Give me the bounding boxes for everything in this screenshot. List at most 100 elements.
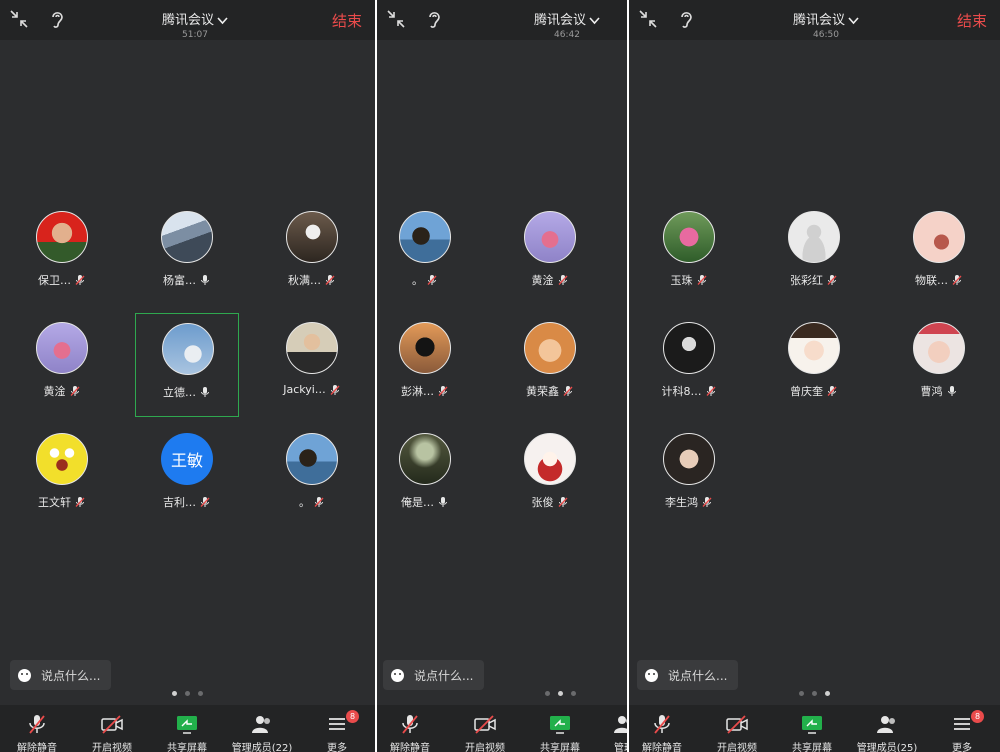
- toolbar-button-share-screen[interactable]: 共享屏幕: [523, 711, 597, 752]
- participant-name-row: 王文轩: [10, 494, 114, 510]
- participant-tile[interactable]: 黄荣鑫: [498, 313, 602, 417]
- chat-input[interactable]: 说点什么...: [10, 660, 111, 690]
- participant-tile[interactable]: 玉珠: [637, 202, 741, 306]
- meeting-timer: 51:07: [182, 30, 208, 40]
- page-dot: [185, 691, 190, 696]
- participant-name: 曾庆奎: [790, 385, 823, 398]
- toolbar-button-video-off[interactable]: 开启视频: [75, 711, 149, 752]
- toolbar-button-members[interactable]: 管理: [587, 711, 627, 752]
- top-bar: 腾讯会议 46:42: [377, 0, 627, 40]
- toolbar-button-members[interactable]: 管理成员(25): [850, 711, 924, 752]
- participant-tile[interactable]: 秋满…: [260, 202, 364, 306]
- participant-name: 张俊: [531, 496, 554, 509]
- participant-tile[interactable]: 物联…: [887, 202, 991, 306]
- participant-name: 玉珠: [670, 274, 693, 287]
- meeting-title: 腾讯会议: [792, 13, 845, 28]
- participant-tile[interactable]: 李生鸿: [637, 424, 741, 528]
- chat-input[interactable]: 说点什么...: [383, 660, 484, 690]
- ear-icon[interactable]: [675, 8, 697, 30]
- toolbar-button-mic-muted[interactable]: 解除静音: [629, 711, 699, 752]
- ear-icon[interactable]: [46, 8, 68, 30]
- minimize-icon[interactable]: [637, 8, 659, 30]
- participant-name-row: 玉珠: [637, 272, 741, 288]
- participant-name: 张彩红: [790, 274, 823, 287]
- participant-tile[interactable]: 计科8…: [637, 313, 741, 417]
- participant-tile[interactable]: 张俊: [498, 424, 602, 528]
- participant-name-row: 。: [260, 494, 364, 510]
- mic-on-icon: [947, 386, 956, 396]
- participant-name-row: 计科8…: [637, 383, 741, 399]
- toolbar-button-members[interactable]: 管理成员(22): [225, 711, 299, 752]
- participant-tile[interactable]: 王文轩: [10, 424, 114, 528]
- participant-tile[interactable]: 。: [260, 424, 364, 528]
- end-meeting-button[interactable]: 结束: [332, 10, 362, 31]
- avatar-initials: 王敏: [170, 451, 203, 470]
- mic-on-icon: [201, 387, 209, 397]
- mic-muted-icon: [438, 386, 448, 396]
- video-off-icon: [474, 715, 496, 734]
- participant-tile[interactable]: 张彩红: [762, 202, 866, 306]
- chat-input[interactable]: 说点什么...: [637, 660, 738, 690]
- page-dot: [558, 691, 563, 696]
- toolbar-label: 管理成员(25): [856, 743, 918, 752]
- participant-tile[interactable]: 曾庆奎: [762, 313, 866, 417]
- emoji-icon[interactable]: [18, 668, 31, 682]
- avatar: [913, 322, 965, 374]
- meeting-title-block[interactable]: 腾讯会议 51:07: [140, 9, 250, 40]
- toolbar-button-mic-muted[interactable]: 解除静音: [0, 711, 74, 752]
- page-dot: [799, 691, 804, 696]
- toolbar-button-mic-muted[interactable]: 解除静音: [377, 711, 447, 752]
- ear-icon[interactable]: [423, 8, 445, 30]
- toolbar-button-share-screen[interactable]: 共享屏幕: [775, 711, 849, 752]
- participant-tile[interactable]: 俺是…: [377, 424, 477, 528]
- participant-tile[interactable]: 黄淦: [498, 202, 602, 306]
- toolbar-button-video-off[interactable]: 开启视频: [448, 711, 522, 752]
- mic-on-icon: [439, 497, 447, 507]
- avatar: [663, 211, 715, 263]
- toolbar-button-video-off[interactable]: 开启视频: [700, 711, 774, 752]
- participant-name: 曹鸿: [920, 385, 943, 398]
- participant-tile[interactable]: 王敏 吉利…: [135, 424, 239, 528]
- page-dot: [812, 691, 817, 696]
- chat-placeholder: 说点什么...: [414, 668, 474, 683]
- top-bar: 腾讯会议 51:07 结束: [0, 0, 375, 40]
- participant-name-row: 秋满…: [260, 272, 364, 288]
- participant-tile[interactable]: 。: [377, 202, 477, 306]
- participant-tile[interactable]: 曹鸿: [887, 313, 991, 417]
- avatar: [286, 322, 338, 374]
- emoji-icon[interactable]: [645, 668, 658, 682]
- participant-tile[interactable]: 黄淦: [10, 313, 114, 417]
- minimize-icon[interactable]: [8, 8, 30, 30]
- participant-name: 立德…: [163, 386, 196, 399]
- meeting-panel-2: 腾讯会议 46:42 。 黄淦 彭淋… 黄荣鑫俺是… 张俊 说点什么... 解除静音 开启…: [377, 0, 627, 752]
- participant-tile[interactable]: 彭淋…: [377, 313, 477, 417]
- avatar: [663, 433, 715, 485]
- toolbar-button-menu[interactable]: 8 更多: [300, 710, 374, 752]
- participant-name: 黄荣鑫: [526, 385, 559, 398]
- toolbar-label: 开启视频: [92, 743, 132, 752]
- toolbar-button-share-screen[interactable]: 共享屏幕: [150, 711, 224, 752]
- participant-name-row: 立德…: [136, 384, 238, 400]
- participant-tile[interactable]: 保卫…: [10, 202, 114, 306]
- toolbar-label: 解除静音: [642, 743, 682, 752]
- toolbar-button-menu[interactable]: 8 更多: [925, 710, 999, 752]
- participant-tile[interactable]: 立德…: [135, 313, 239, 417]
- mic-on-icon: [201, 275, 209, 285]
- participant-tile[interactable]: Jackyi…: [260, 313, 364, 417]
- meeting-title-block[interactable]: 腾讯会议 46:50: [771, 9, 881, 40]
- page-dot: [825, 691, 830, 696]
- toolbar-label: 开启视频: [465, 743, 505, 752]
- page-dot: [571, 691, 576, 696]
- end-meeting-button[interactable]: 结束: [957, 10, 987, 31]
- emoji-icon[interactable]: [391, 668, 404, 682]
- chevron-down-icon: [848, 16, 859, 24]
- mic-muted-icon: [330, 384, 340, 395]
- meeting-title-block[interactable]: 腾讯会议 46:42: [517, 9, 617, 40]
- mic-muted-icon: [314, 497, 324, 507]
- bottom-toolbar: 解除静音 开启视频 共享屏幕 管理: [377, 705, 627, 752]
- toolbar-label: 共享屏幕: [792, 743, 832, 752]
- participant-tile[interactable]: 杨富…: [135, 202, 239, 306]
- avatar: [286, 211, 338, 263]
- members-icon: [877, 716, 895, 733]
- minimize-icon[interactable]: [385, 8, 407, 30]
